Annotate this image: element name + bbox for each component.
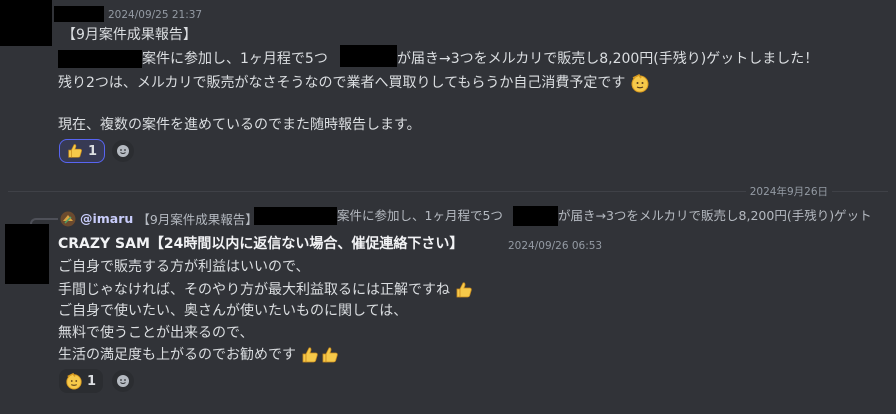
reply-preview-text: 案件に参加し、1ヶ月程で5つ (337, 208, 503, 223)
saluting-face-icon (66, 372, 82, 390)
add-reaction-button[interactable] (112, 370, 134, 392)
message-author[interactable]: CRAZY SAM【24時間以内に返信ない場合、催促連絡下さい】 (58, 233, 463, 255)
saluting-face-icon (631, 73, 649, 93)
message-timestamp: 2024/09/26 06:53 (508, 240, 603, 252)
message-timestamp: 2024/09/25 21:37 (108, 9, 203, 21)
add-reaction-icon (117, 145, 129, 157)
redacted-text (58, 50, 142, 68)
redacted-username (54, 6, 104, 22)
redacted-avatar (0, 0, 52, 46)
thumbs-up-icon (457, 282, 473, 298)
message-text: 生活の満足度も上がるのでお勧めです (58, 344, 340, 366)
date-divider-label: 2024年9月26日 (745, 184, 832, 199)
reply-preview[interactable]: @imaru 【9月案件成果報告】 (60, 209, 258, 228)
message-text: ご自身で使いたい、奥さんが使いたいものに関しては、 (58, 303, 408, 319)
thumbs-up-icon (303, 347, 319, 363)
redacted-text (340, 45, 397, 67)
message-title: 【9月案件成果報告】 (62, 27, 197, 43)
redacted-text (513, 206, 558, 226)
message-text: が届き→3つをメルカリで販売し8,200円(手残り)ゲットしました！ (397, 51, 819, 67)
reply-preview-text: 【9月案件成果報告】 (137, 212, 258, 227)
redacted-avatar (5, 224, 49, 284)
message-text-content: 残り2つは、メルカリで販売がなさそうなので業者へ買取りしてもらうか自己消費予定で… (58, 75, 626, 91)
reply-preview-text: が届き→3つをメルカリで販売し8,200円(手残り)ゲット (558, 208, 872, 223)
reaction-count: 1 (87, 373, 97, 389)
message-text: 手間じゃなければ、そのやり方が最大利益取るには正解ですね (58, 279, 474, 301)
message-text: 残り2つは、メルカリで販売がなさそうなので業者へ買取りしてもらうか自己消費予定で… (58, 72, 650, 94)
message-text: 無料で使うことが出来るので、 (58, 325, 254, 341)
message-text: 案件に参加し、1ヶ月程で5つ (142, 51, 328, 67)
reaction-thumbs-up[interactable]: 1 (59, 139, 105, 163)
add-reaction-icon (117, 375, 129, 387)
reaction-saluting-face[interactable]: 1 (59, 369, 103, 393)
redacted-text (254, 207, 337, 225)
message-text: ご自身で販売する方が利益はいいので、 (58, 259, 310, 275)
thumbs-up-icon (68, 144, 82, 158)
add-reaction-button[interactable] (112, 140, 134, 162)
thumbs-up-icon (323, 347, 339, 363)
message-text-content: 生活の満足度も上がるのでお勧めです (58, 347, 296, 363)
reply-username[interactable]: @imaru (80, 211, 133, 226)
message-text-content: 手間じゃなければ、そのやり方が最大利益取るには正解ですね (58, 282, 450, 298)
message-text: 現在、複数の案件を進めているのでまた随時報告します。 (58, 117, 421, 133)
reaction-count: 1 (88, 143, 98, 159)
reply-avatar-icon (60, 211, 76, 226)
